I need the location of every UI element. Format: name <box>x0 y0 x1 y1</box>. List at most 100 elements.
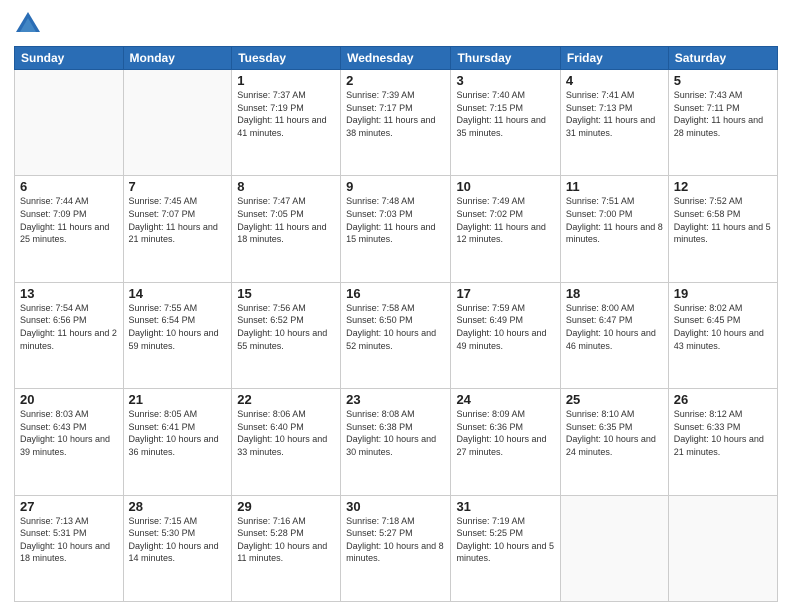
calendar-week-3: 13Sunrise: 7:54 AMSunset: 6:56 PMDayligh… <box>15 282 778 388</box>
calendar-cell: 8Sunrise: 7:47 AMSunset: 7:05 PMDaylight… <box>232 176 341 282</box>
calendar-cell: 25Sunrise: 8:10 AMSunset: 6:35 PMDayligh… <box>560 389 668 495</box>
day-number: 13 <box>20 286 118 301</box>
day-number: 4 <box>566 73 663 88</box>
day-number: 31 <box>456 499 554 514</box>
day-number: 22 <box>237 392 335 407</box>
calendar-cell: 18Sunrise: 8:00 AMSunset: 6:47 PMDayligh… <box>560 282 668 388</box>
day-info: Sunrise: 8:08 AMSunset: 6:38 PMDaylight:… <box>346 408 445 458</box>
calendar-cell: 3Sunrise: 7:40 AMSunset: 7:15 PMDaylight… <box>451 70 560 176</box>
calendar-cell <box>123 70 232 176</box>
calendar-cell: 22Sunrise: 8:06 AMSunset: 6:40 PMDayligh… <box>232 389 341 495</box>
day-number: 12 <box>674 179 772 194</box>
day-info: Sunrise: 8:09 AMSunset: 6:36 PMDaylight:… <box>456 408 554 458</box>
day-info: Sunrise: 7:52 AMSunset: 6:58 PMDaylight:… <box>674 195 772 245</box>
calendar-cell: 24Sunrise: 8:09 AMSunset: 6:36 PMDayligh… <box>451 389 560 495</box>
page-header <box>14 10 778 38</box>
day-info: Sunrise: 7:16 AMSunset: 5:28 PMDaylight:… <box>237 515 335 565</box>
calendar-cell: 1Sunrise: 7:37 AMSunset: 7:19 PMDaylight… <box>232 70 341 176</box>
calendar-cell: 7Sunrise: 7:45 AMSunset: 7:07 PMDaylight… <box>123 176 232 282</box>
calendar-table: SundayMondayTuesdayWednesdayThursdayFrid… <box>14 46 778 602</box>
day-info: Sunrise: 7:39 AMSunset: 7:17 PMDaylight:… <box>346 89 445 139</box>
weekday-header-thursday: Thursday <box>451 47 560 70</box>
calendar-cell: 6Sunrise: 7:44 AMSunset: 7:09 PMDaylight… <box>15 176 124 282</box>
day-info: Sunrise: 7:37 AMSunset: 7:19 PMDaylight:… <box>237 89 335 139</box>
day-info: Sunrise: 7:56 AMSunset: 6:52 PMDaylight:… <box>237 302 335 352</box>
calendar-cell: 19Sunrise: 8:02 AMSunset: 6:45 PMDayligh… <box>668 282 777 388</box>
calendar-cell: 16Sunrise: 7:58 AMSunset: 6:50 PMDayligh… <box>341 282 451 388</box>
calendar-cell: 30Sunrise: 7:18 AMSunset: 5:27 PMDayligh… <box>341 495 451 601</box>
day-info: Sunrise: 8:10 AMSunset: 6:35 PMDaylight:… <box>566 408 663 458</box>
calendar-week-1: 1Sunrise: 7:37 AMSunset: 7:19 PMDaylight… <box>15 70 778 176</box>
day-number: 24 <box>456 392 554 407</box>
day-number: 23 <box>346 392 445 407</box>
day-number: 21 <box>129 392 227 407</box>
day-number: 29 <box>237 499 335 514</box>
day-number: 10 <box>456 179 554 194</box>
day-info: Sunrise: 7:19 AMSunset: 5:25 PMDaylight:… <box>456 515 554 565</box>
calendar-cell <box>15 70 124 176</box>
day-info: Sunrise: 7:43 AMSunset: 7:11 PMDaylight:… <box>674 89 772 139</box>
calendar-cell: 17Sunrise: 7:59 AMSunset: 6:49 PMDayligh… <box>451 282 560 388</box>
day-number: 28 <box>129 499 227 514</box>
calendar-cell: 29Sunrise: 7:16 AMSunset: 5:28 PMDayligh… <box>232 495 341 601</box>
calendar-cell: 14Sunrise: 7:55 AMSunset: 6:54 PMDayligh… <box>123 282 232 388</box>
calendar-cell <box>668 495 777 601</box>
day-info: Sunrise: 7:55 AMSunset: 6:54 PMDaylight:… <box>129 302 227 352</box>
weekday-header-sunday: Sunday <box>15 47 124 70</box>
day-number: 27 <box>20 499 118 514</box>
day-number: 11 <box>566 179 663 194</box>
calendar-cell: 13Sunrise: 7:54 AMSunset: 6:56 PMDayligh… <box>15 282 124 388</box>
day-info: Sunrise: 7:48 AMSunset: 7:03 PMDaylight:… <box>346 195 445 245</box>
weekday-header-monday: Monday <box>123 47 232 70</box>
weekday-header-saturday: Saturday <box>668 47 777 70</box>
day-info: Sunrise: 7:15 AMSunset: 5:30 PMDaylight:… <box>129 515 227 565</box>
day-info: Sunrise: 7:41 AMSunset: 7:13 PMDaylight:… <box>566 89 663 139</box>
day-info: Sunrise: 7:44 AMSunset: 7:09 PMDaylight:… <box>20 195 118 245</box>
day-info: Sunrise: 7:54 AMSunset: 6:56 PMDaylight:… <box>20 302 118 352</box>
day-info: Sunrise: 7:13 AMSunset: 5:31 PMDaylight:… <box>20 515 118 565</box>
day-number: 25 <box>566 392 663 407</box>
day-info: Sunrise: 7:59 AMSunset: 6:49 PMDaylight:… <box>456 302 554 352</box>
day-number: 26 <box>674 392 772 407</box>
day-info: Sunrise: 7:51 AMSunset: 7:00 PMDaylight:… <box>566 195 663 245</box>
day-info: Sunrise: 8:00 AMSunset: 6:47 PMDaylight:… <box>566 302 663 352</box>
day-info: Sunrise: 8:05 AMSunset: 6:41 PMDaylight:… <box>129 408 227 458</box>
day-number: 15 <box>237 286 335 301</box>
calendar-cell: 28Sunrise: 7:15 AMSunset: 5:30 PMDayligh… <box>123 495 232 601</box>
day-number: 18 <box>566 286 663 301</box>
calendar-cell: 23Sunrise: 8:08 AMSunset: 6:38 PMDayligh… <box>341 389 451 495</box>
calendar-cell: 11Sunrise: 7:51 AMSunset: 7:00 PMDayligh… <box>560 176 668 282</box>
calendar-week-2: 6Sunrise: 7:44 AMSunset: 7:09 PMDaylight… <box>15 176 778 282</box>
calendar-cell: 20Sunrise: 8:03 AMSunset: 6:43 PMDayligh… <box>15 389 124 495</box>
calendar-cell: 12Sunrise: 7:52 AMSunset: 6:58 PMDayligh… <box>668 176 777 282</box>
calendar-cell: 9Sunrise: 7:48 AMSunset: 7:03 PMDaylight… <box>341 176 451 282</box>
calendar-cell: 10Sunrise: 7:49 AMSunset: 7:02 PMDayligh… <box>451 176 560 282</box>
calendar-week-5: 27Sunrise: 7:13 AMSunset: 5:31 PMDayligh… <box>15 495 778 601</box>
logo-icon <box>14 10 42 38</box>
calendar-cell: 31Sunrise: 7:19 AMSunset: 5:25 PMDayligh… <box>451 495 560 601</box>
calendar-cell: 5Sunrise: 7:43 AMSunset: 7:11 PMDaylight… <box>668 70 777 176</box>
calendar-cell: 2Sunrise: 7:39 AMSunset: 7:17 PMDaylight… <box>341 70 451 176</box>
day-number: 5 <box>674 73 772 88</box>
calendar-cell: 15Sunrise: 7:56 AMSunset: 6:52 PMDayligh… <box>232 282 341 388</box>
calendar-cell: 27Sunrise: 7:13 AMSunset: 5:31 PMDayligh… <box>15 495 124 601</box>
day-info: Sunrise: 7:40 AMSunset: 7:15 PMDaylight:… <box>456 89 554 139</box>
day-info: Sunrise: 8:06 AMSunset: 6:40 PMDaylight:… <box>237 408 335 458</box>
day-info: Sunrise: 7:18 AMSunset: 5:27 PMDaylight:… <box>346 515 445 565</box>
day-number: 30 <box>346 499 445 514</box>
calendar-cell: 26Sunrise: 8:12 AMSunset: 6:33 PMDayligh… <box>668 389 777 495</box>
weekday-header-wednesday: Wednesday <box>341 47 451 70</box>
day-number: 14 <box>129 286 227 301</box>
weekday-header-friday: Friday <box>560 47 668 70</box>
calendar-week-4: 20Sunrise: 8:03 AMSunset: 6:43 PMDayligh… <box>15 389 778 495</box>
day-info: Sunrise: 8:03 AMSunset: 6:43 PMDaylight:… <box>20 408 118 458</box>
day-number: 9 <box>346 179 445 194</box>
day-info: Sunrise: 7:49 AMSunset: 7:02 PMDaylight:… <box>456 195 554 245</box>
calendar-cell <box>560 495 668 601</box>
day-info: Sunrise: 8:12 AMSunset: 6:33 PMDaylight:… <box>674 408 772 458</box>
day-number: 19 <box>674 286 772 301</box>
day-number: 3 <box>456 73 554 88</box>
day-number: 1 <box>237 73 335 88</box>
day-number: 16 <box>346 286 445 301</box>
day-number: 6 <box>20 179 118 194</box>
